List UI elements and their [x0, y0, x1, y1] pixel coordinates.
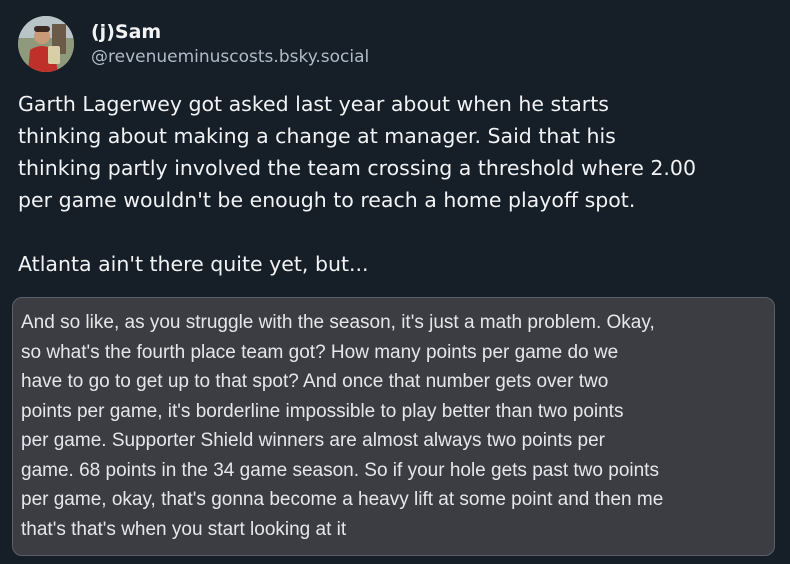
quote-line: points per game, it's borderline impossi…: [21, 400, 624, 422]
quote-line: that's that's when you start looking at …: [21, 518, 347, 540]
quote-image[interactable]: And so like, as you struggle with the se…: [12, 297, 775, 556]
author-display-name[interactable]: (j)Sam: [91, 20, 369, 44]
post-text: Garth Lagerwey got asked last year about…: [18, 88, 778, 280]
quote-line: per game. Supporter Shield winners are a…: [21, 430, 606, 451]
avatar-photo-icon: [18, 16, 74, 72]
post-header: (j)Sam @revenueminuscosts.bsky.social: [18, 16, 369, 72]
quote-line: game. 68 points in the 34 game season. S…: [21, 459, 659, 481]
quote-line: per game, okay, that's gonna become a he…: [21, 489, 664, 510]
quote-line: have to go to get up to that spot? And o…: [21, 371, 609, 392]
avatar[interactable]: [18, 16, 74, 72]
post-text-line: Garth Lagerwey got asked last year about…: [18, 92, 609, 116]
author-handle[interactable]: @revenueminuscosts.bsky.social: [91, 45, 369, 69]
post-text-line: Atlanta ain't there quite yet, but...: [18, 252, 369, 276]
quote-line: so what's the fourth place team got? How…: [21, 341, 619, 363]
post-text-line: per game wouldn't be enough to reach a h…: [18, 188, 636, 212]
author-names: (j)Sam @revenueminuscosts.bsky.social: [91, 20, 369, 69]
post-text-line: thinking partly involved the team crossi…: [18, 156, 697, 180]
post-text-line: thinking about making a change at manage…: [18, 124, 616, 148]
post-card: (j)Sam @revenueminuscosts.bsky.social Ga…: [0, 0, 790, 564]
quote-line: And so like, as you struggle with the se…: [21, 312, 655, 333]
